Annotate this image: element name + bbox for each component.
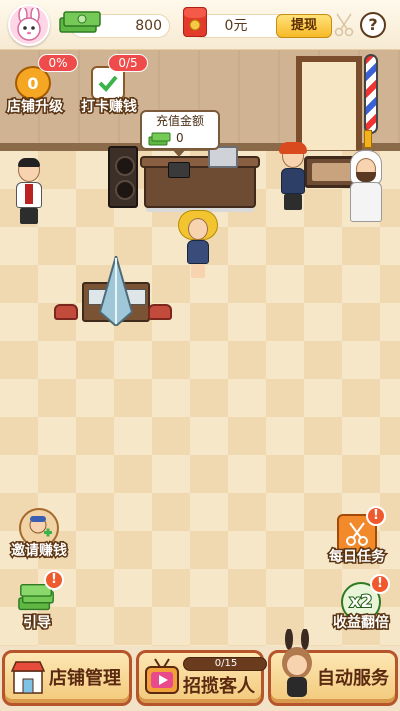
auto-service-label: 自动服务 <box>317 668 389 689</box>
checkin-progress-badge: 0/5 <box>108 54 148 72</box>
guide-label: 引导 <box>22 614 53 633</box>
shop-icon <box>11 661 45 694</box>
shop-manage-label: 店铺管理 <box>49 668 121 689</box>
cash-register <box>168 162 190 178</box>
scissors-deco-icon <box>334 13 354 37</box>
tv-icon <box>145 658 179 694</box>
shop-door <box>296 56 362 150</box>
guide-button[interactable]: 引导 <box>2 578 72 638</box>
top-bar: 800 0元 提现 ? <box>0 0 400 50</box>
speaker <box>108 146 138 208</box>
attract-customers-label: 招揽客人 <box>183 676 255 697</box>
recharge-value: 0 <box>176 131 184 145</box>
checkin-button[interactable]: 打卡赚钱 <box>74 66 144 117</box>
player-avatar[interactable] <box>8 4 50 46</box>
double-multiplier: x2 <box>349 591 374 613</box>
cash-balance-value: 800 <box>135 18 162 34</box>
customer-blonde-girl[interactable] <box>176 210 220 282</box>
shop-manage-button[interactable]: 店铺管理 <box>2 650 132 706</box>
cash-stack-icon <box>148 132 171 146</box>
pole-base <box>364 130 372 148</box>
recharge-title: 充值金额 <box>155 114 204 128</box>
rabbit-avatar-icon <box>17 8 41 41</box>
upgrade-level: 0 <box>27 73 39 93</box>
mirror-divider <box>98 256 134 326</box>
checkin-label: 打卡赚钱 <box>80 98 139 117</box>
staff-man-redhair[interactable] <box>276 142 310 216</box>
auto-service-button[interactable]: 自动服务 <box>268 629 398 706</box>
double-income-label: 收益翻倍 <box>332 614 391 633</box>
staff-man-glasses[interactable] <box>14 158 44 228</box>
red-packet-icon <box>183 7 207 37</box>
invite-label: 邀请赚钱 <box>10 542 69 561</box>
help-button[interactable]: ? <box>360 12 386 38</box>
double-income-alert-badge: ! <box>370 574 390 594</box>
withdraw-button[interactable]: 提现 <box>276 14 332 38</box>
rmb-balance-value: 0元 <box>224 18 248 34</box>
attract-progress-bar: 0/15 <box>183 657 267 671</box>
desk-top <box>140 156 260 168</box>
shop-upgrade-progress-badge: 0% <box>38 54 78 72</box>
barber-pole <box>364 54 378 134</box>
guide-alert-badge: ! <box>44 570 64 590</box>
daily-tasks-alert-badge: ! <box>366 506 386 526</box>
recharge-bubble[interactable]: 充值金额 0 <box>140 110 220 157</box>
invite-button[interactable]: 邀请赚钱 <box>4 508 74 568</box>
customer-arab[interactable] <box>346 150 386 230</box>
waiting-stool-right <box>148 304 172 320</box>
waiting-stool-left <box>54 304 78 320</box>
attract-customers-button[interactable]: 0/15 招揽客人 <box>136 650 267 706</box>
shop-upgrade-label: 店铺升级 <box>6 98 65 117</box>
shop-upgrade-button[interactable]: 0 店铺升级 <box>0 66 70 117</box>
bunny-girl-icon <box>282 629 312 697</box>
daily-tasks-label: 每日任务 <box>328 548 387 567</box>
attract-progress-text: 0/15 <box>214 658 238 669</box>
